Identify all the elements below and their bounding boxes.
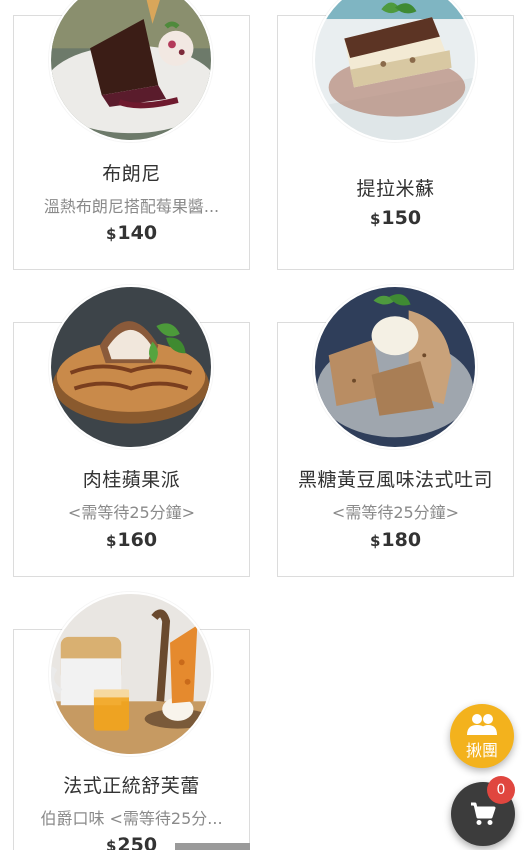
currency-symbol: $	[105, 225, 117, 243]
product-price: $180	[278, 529, 513, 551]
product-name: 肉桂蘋果派	[82, 469, 181, 491]
group-icon	[467, 714, 497, 735]
group-order-button[interactable]: 揪團	[450, 704, 514, 768]
product-description: <需等待25分鐘>	[67, 503, 196, 522]
apple-pie-icon[interactable]	[49, 285, 213, 449]
souffle-icon[interactable]	[49, 592, 213, 756]
french-toast-icon[interactable]	[313, 285, 477, 449]
product-name: 法式正統舒芙蕾	[63, 775, 200, 797]
cart-icon	[471, 802, 496, 825]
product-name: 黑糖黃豆風味法式吐司	[297, 469, 493, 491]
scroll-indicator[interactable]	[175, 843, 250, 850]
product-name: 布朗尼	[102, 163, 161, 185]
currency-symbol: $	[369, 210, 381, 228]
product-price: $140	[14, 222, 249, 244]
product-description: 伯爵口味 <需等待25分...	[40, 809, 223, 828]
product-price: $160	[14, 529, 249, 551]
price-value: 160	[117, 529, 158, 551]
product-name: 提拉米蘇	[356, 178, 435, 200]
price-value: 150	[381, 207, 422, 229]
cart-count-badge: 0	[487, 776, 515, 804]
product-description: 溫熱布朗尼搭配莓果醬...	[43, 197, 220, 216]
currency-symbol: $	[369, 532, 381, 550]
currency-symbol: $	[105, 532, 117, 550]
product-description: <需等待25分鐘>	[331, 503, 460, 522]
product-price: $150	[278, 207, 513, 229]
price-value: 180	[381, 529, 422, 551]
group-order-label: 揪團	[465, 741, 498, 760]
price-value: 250	[117, 834, 158, 850]
currency-symbol: $	[105, 837, 117, 850]
price-value: 140	[117, 222, 158, 244]
